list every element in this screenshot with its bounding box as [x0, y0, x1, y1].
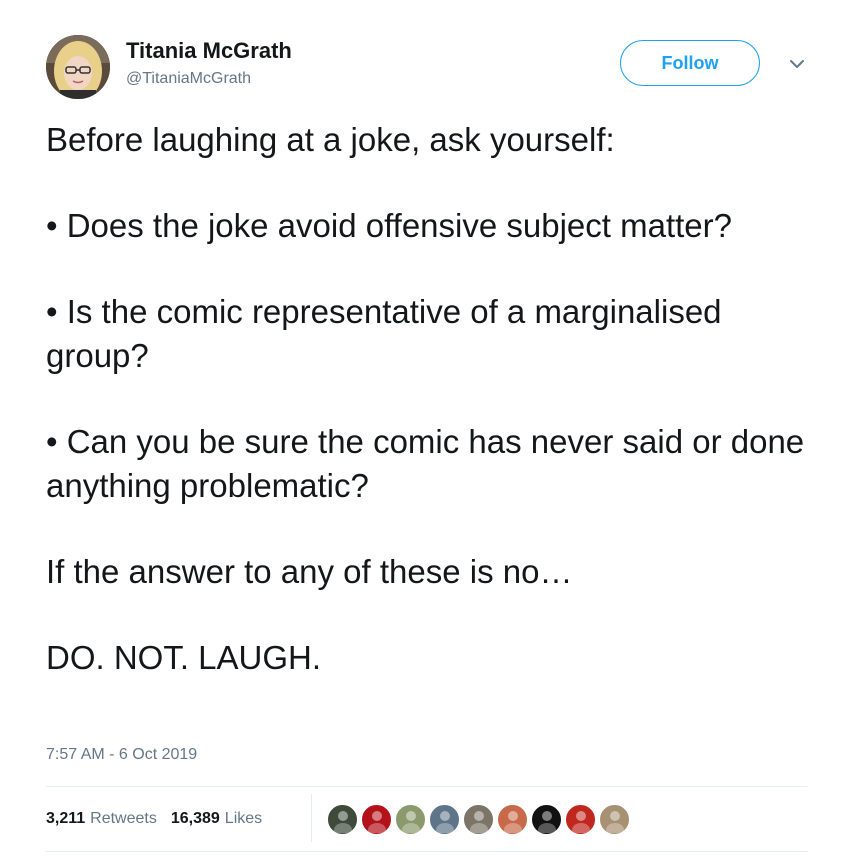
author-handle[interactable]: @TitaniaMcGrath	[126, 70, 251, 88]
retweets-label: Retweets	[90, 810, 157, 827]
liker-avatar-5-icon[interactable]	[463, 803, 494, 835]
tweet-timestamp[interactable]: 7:57 AM - 6 Oct 2019	[46, 746, 197, 764]
liker-avatar-3-icon[interactable]	[395, 803, 426, 835]
stats-divider	[311, 794, 312, 842]
liker-avatar-6-icon[interactable]	[497, 803, 528, 835]
liker-avatar-2-icon[interactable]	[361, 803, 392, 835]
tweet-stats: 3,211 Retweets 16,389 Likes	[46, 806, 276, 832]
tweet-card: Titania McGrath @TitaniaMcGrath Follow B…	[0, 0, 851, 863]
likes-stat[interactable]: 16,389 Likes	[171, 810, 262, 828]
liker-avatars	[327, 802, 633, 836]
author-avatar[interactable]	[46, 35, 110, 99]
liker-avatar-8-icon[interactable]	[565, 803, 596, 835]
tweet-paragraph: Before laughing at a joke, ask yourself:	[46, 121, 615, 158]
tweet-paragraph: • Is the comic representative of a margi…	[46, 293, 722, 374]
likes-count: 16,389	[170, 810, 220, 827]
liker-avatar-9-icon[interactable]	[599, 803, 630, 835]
divider	[46, 786, 808, 787]
tweet-paragraph: If the answer to any of these is no…	[46, 553, 573, 590]
profile-photo-icon	[46, 35, 110, 99]
retweets-stat[interactable]: 3,211 Retweets	[46, 810, 157, 828]
liker-avatar-1-icon[interactable]	[327, 803, 358, 835]
tweet-paragraph: DO. NOT. LAUGH.	[46, 639, 322, 676]
divider	[46, 851, 808, 852]
tweet-paragraph: • Can you be sure the comic has never sa…	[46, 423, 805, 504]
liker-avatar-4-icon[interactable]	[429, 803, 460, 835]
liker-avatar-7-icon[interactable]	[531, 803, 562, 835]
likes-label: Likes	[224, 810, 263, 827]
chevron-down-icon[interactable]	[787, 56, 807, 72]
follow-button[interactable]: Follow	[620, 40, 760, 86]
tweet-text: Before laughing at a joke, ask yourself:…	[46, 118, 826, 680]
tweet-paragraph: • Does the joke avoid offensive subject …	[46, 207, 732, 244]
author-name[interactable]: Titania McGrath	[126, 38, 292, 64]
retweets-count: 3,211	[46, 810, 86, 827]
